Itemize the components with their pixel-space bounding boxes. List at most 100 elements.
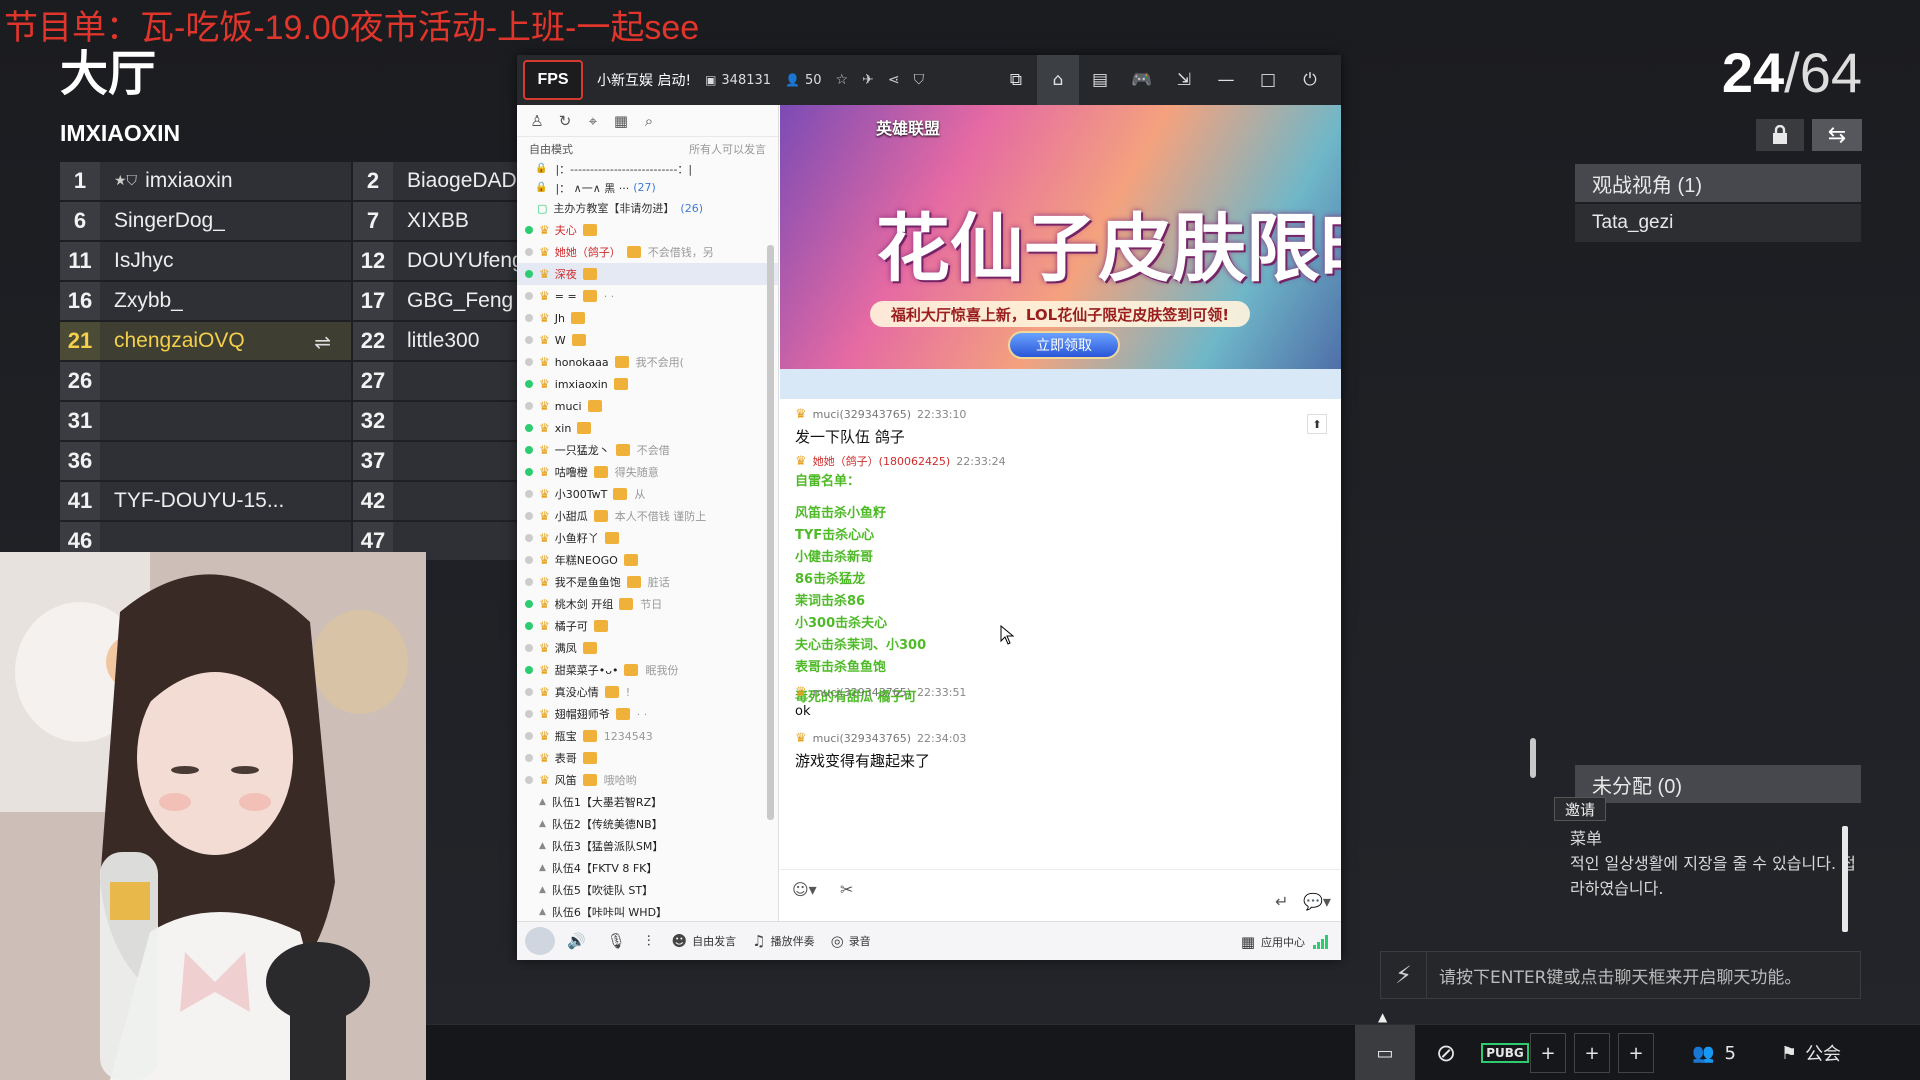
- member-row[interactable]: ♛ xin: [517, 417, 778, 439]
- player-slot[interactable]: 36: [60, 442, 351, 480]
- lock-room-button[interactable]: [1756, 119, 1804, 151]
- sub-channel[interactable]: ▢ 主办方教室【非请勿进】 (26): [517, 197, 778, 219]
- add-slot-button-2[interactable]: +: [1574, 1033, 1610, 1073]
- avatar[interactable]: [525, 927, 555, 955]
- message-scrollbar[interactable]: [1530, 738, 1536, 778]
- add-slot-button-1[interactable]: +: [1530, 1033, 1566, 1073]
- player-slot[interactable]: 6 SingerDog_: [60, 202, 351, 240]
- player-slot[interactable]: 1 ★⛉ imxiaoxin: [60, 162, 351, 200]
- member-row[interactable]: ♛ 深夜: [517, 263, 778, 285]
- locked-channel[interactable]: 🔒 |： ∧一∧ 黑 ··· (27): [517, 178, 778, 197]
- message-author[interactable]: muci(329343765): [813, 732, 911, 745]
- invite-button[interactable]: 邀请: [1554, 797, 1606, 821]
- player-slot[interactable]: 41 TYF-DOUYU-15...: [60, 482, 351, 520]
- minimize-button[interactable]: —: [1205, 55, 1247, 105]
- spectator-header[interactable]: 观战视角 (1): [1575, 164, 1861, 202]
- member-row[interactable]: ♛ 真没心情!: [517, 681, 778, 703]
- team-channel[interactable]: ▲ 队伍6【咔咔叫 WHD】: [517, 901, 778, 921]
- yy-title-bar[interactable]: FPS 小新互娱 启动! ▣ 348131 👤 50 ☆ ✈ ⋖ ⛉ ⧉ ⌂ ▤ 🎮…: [517, 55, 1341, 105]
- member-row[interactable]: ♛ honokaaa 我不会用(: [517, 351, 778, 373]
- swap-teams-button[interactable]: ⇆: [1812, 119, 1862, 151]
- bubble-style-icon[interactable]: 💬▾: [1303, 892, 1331, 911]
- pubg-button[interactable]: PUBG: [1481, 1033, 1529, 1073]
- record-button[interactable]: ◎ 录音: [831, 932, 871, 950]
- mic-button[interactable]: 🎙: [607, 932, 631, 950]
- team-channel[interactable]: ▲ 队伍5【吹徒队 ST】: [517, 879, 778, 901]
- accompany-button[interactable]: ♫ 播放伴奏: [752, 932, 814, 950]
- board-icon[interactable]: ▦: [611, 112, 631, 130]
- team-channel[interactable]: ▲ 队伍2【传统美德NB】: [517, 813, 778, 835]
- enter-icon[interactable]: ↵: [1275, 892, 1288, 911]
- message-input[interactable]: ☺▾ ✂ ↵ 💬▾: [780, 869, 1341, 921]
- member-row[interactable]: ♛ muci: [517, 395, 778, 417]
- member-row[interactable]: ♛ 表哥: [517, 747, 778, 769]
- spectator-player[interactable]: Tata_gezi: [1575, 204, 1861, 242]
- member-row[interactable]: ♛ W: [517, 329, 778, 351]
- claim-button[interactable]: 立即领取: [1008, 331, 1120, 359]
- guild-button[interactable]: ⚑ 公会: [1776, 1033, 1846, 1073]
- maximize-button[interactable]: □: [1247, 55, 1289, 105]
- lobby-chat-input[interactable]: ⚡ 请按下ENTER键或点击聊天框来开启聊天功能。: [1380, 951, 1861, 999]
- emoji-icon[interactable]: ☺▾: [792, 880, 817, 899]
- power-button[interactable]: ⏻: [1289, 55, 1331, 105]
- add-slot-button-3[interactable]: +: [1618, 1033, 1654, 1073]
- member-row[interactable]: ♛ 一只猛龙丶 不会借: [517, 439, 778, 461]
- share-icon[interactable]: ⋖: [888, 72, 900, 88]
- player-slot[interactable]: 31: [60, 402, 351, 440]
- team-channel[interactable]: ▲ 队伍1【大墨若智RZ】: [517, 791, 778, 813]
- member-scrollbar[interactable]: [767, 245, 774, 820]
- message-author[interactable]: muci(329343765): [813, 686, 911, 699]
- shield-icon[interactable]: ⛉: [914, 72, 925, 88]
- message-author[interactable]: muci(329343765): [813, 408, 911, 421]
- swap-icon[interactable]: ⇌: [314, 330, 331, 354]
- member-row[interactable]: ♛ 翅帽翅师爷 · ·: [517, 703, 778, 725]
- member-row[interactable]: ♛ 甜菜菜子•ᴗ• 眠我份: [517, 659, 778, 681]
- friends-button[interactable]: 👥 5: [1684, 1033, 1744, 1073]
- app-center-button[interactable]: ▦ 应用中心: [1241, 922, 1329, 961]
- team-channel[interactable]: ▲ 队伍4【FKTV 8 FK】: [517, 857, 778, 879]
- list-button[interactable]: ▤: [1079, 55, 1121, 105]
- location-icon[interactable]: ⌖: [583, 112, 603, 130]
- member-row[interactable]: ♛ 橘子可: [517, 615, 778, 637]
- refresh-icon[interactable]: ↻: [555, 112, 575, 130]
- member-row[interactable]: ♛ 风笛 哦哈哟: [517, 769, 778, 791]
- member-row[interactable]: ♛ 小鱼籽丫: [517, 527, 778, 549]
- home-button[interactable]: ⌂: [1037, 55, 1079, 105]
- member-row[interactable]: ♛ 瓶宝 1234543: [517, 725, 778, 747]
- member-row[interactable]: ♛ 夫心: [517, 219, 778, 241]
- promo-banner[interactable]: 英雄联盟 花仙子皮肤限时领 福利大厅惊喜上新，LOL花仙子限定皮肤签到可领! 立…: [780, 105, 1341, 369]
- member-row[interactable]: ♛ imxiaoxin: [517, 373, 778, 395]
- member-row[interactable]: ♛ 我不是鱼鱼饱 脏话: [517, 571, 778, 593]
- game-button[interactable]: 🎮: [1121, 55, 1163, 105]
- player-slot[interactable]: 16 Zxybb_: [60, 282, 351, 320]
- speaker-button[interactable]: 🔊: [567, 932, 591, 950]
- free-speech-button[interactable]: ☻ 自由发言: [672, 932, 737, 950]
- member-row[interactable]: ♛ Jh: [517, 307, 778, 329]
- member-row[interactable]: ♛ 年糕NEOGO: [517, 549, 778, 571]
- mixer-button[interactable]: ⫶: [647, 932, 656, 950]
- member-row[interactable]: ♛ 她她（鸽子） 不会借钱，另: [517, 241, 778, 263]
- team-channel[interactable]: ▲ 队伍3【猛兽派队SM】: [517, 835, 778, 857]
- plane-icon[interactable]: ✈: [862, 72, 874, 88]
- player-slot[interactable]: 21 chengzaiOVQ ⇌: [60, 322, 351, 360]
- chat-toggle-button[interactable]: ▭: [1355, 1025, 1415, 1080]
- person-icon[interactable]: ♙: [527, 112, 547, 130]
- player-slot[interactable]: 11 IsJhyc: [60, 242, 351, 280]
- locked-channel[interactable]: 🔒 |：---------------------------：|: [517, 159, 778, 178]
- member-row[interactable]: ♛ 小300TwT 从: [517, 483, 778, 505]
- member-row[interactable]: ♛ = = · ·: [517, 285, 778, 307]
- search-icon[interactable]: ⌕: [639, 112, 659, 130]
- player-slot[interactable]: 26: [60, 362, 351, 400]
- chevron-up-icon[interactable]: ▲: [1378, 1010, 1387, 1024]
- collapse-button[interactable]: ⇲: [1163, 55, 1205, 105]
- video-button[interactable]: ⧉: [995, 55, 1037, 105]
- member-row[interactable]: ♛ 小甜瓜 本人不借钱 谨防上: [517, 505, 778, 527]
- no-mic-button[interactable]: ⊘: [1428, 1033, 1464, 1073]
- member-row[interactable]: ♛ 桃木剑 开组 节日: [517, 593, 778, 615]
- member-row[interactable]: ♛ 满凤: [517, 637, 778, 659]
- message-author[interactable]: 她她（鸽子）(180062425): [813, 453, 951, 469]
- star-icon[interactable]: ☆: [836, 72, 849, 88]
- unassigned-header[interactable]: 未分配 (0): [1575, 765, 1861, 803]
- member-row[interactable]: ♛ 咕噜橙 得失随意: [517, 461, 778, 483]
- screenshot-icon[interactable]: ✂: [840, 880, 853, 899]
